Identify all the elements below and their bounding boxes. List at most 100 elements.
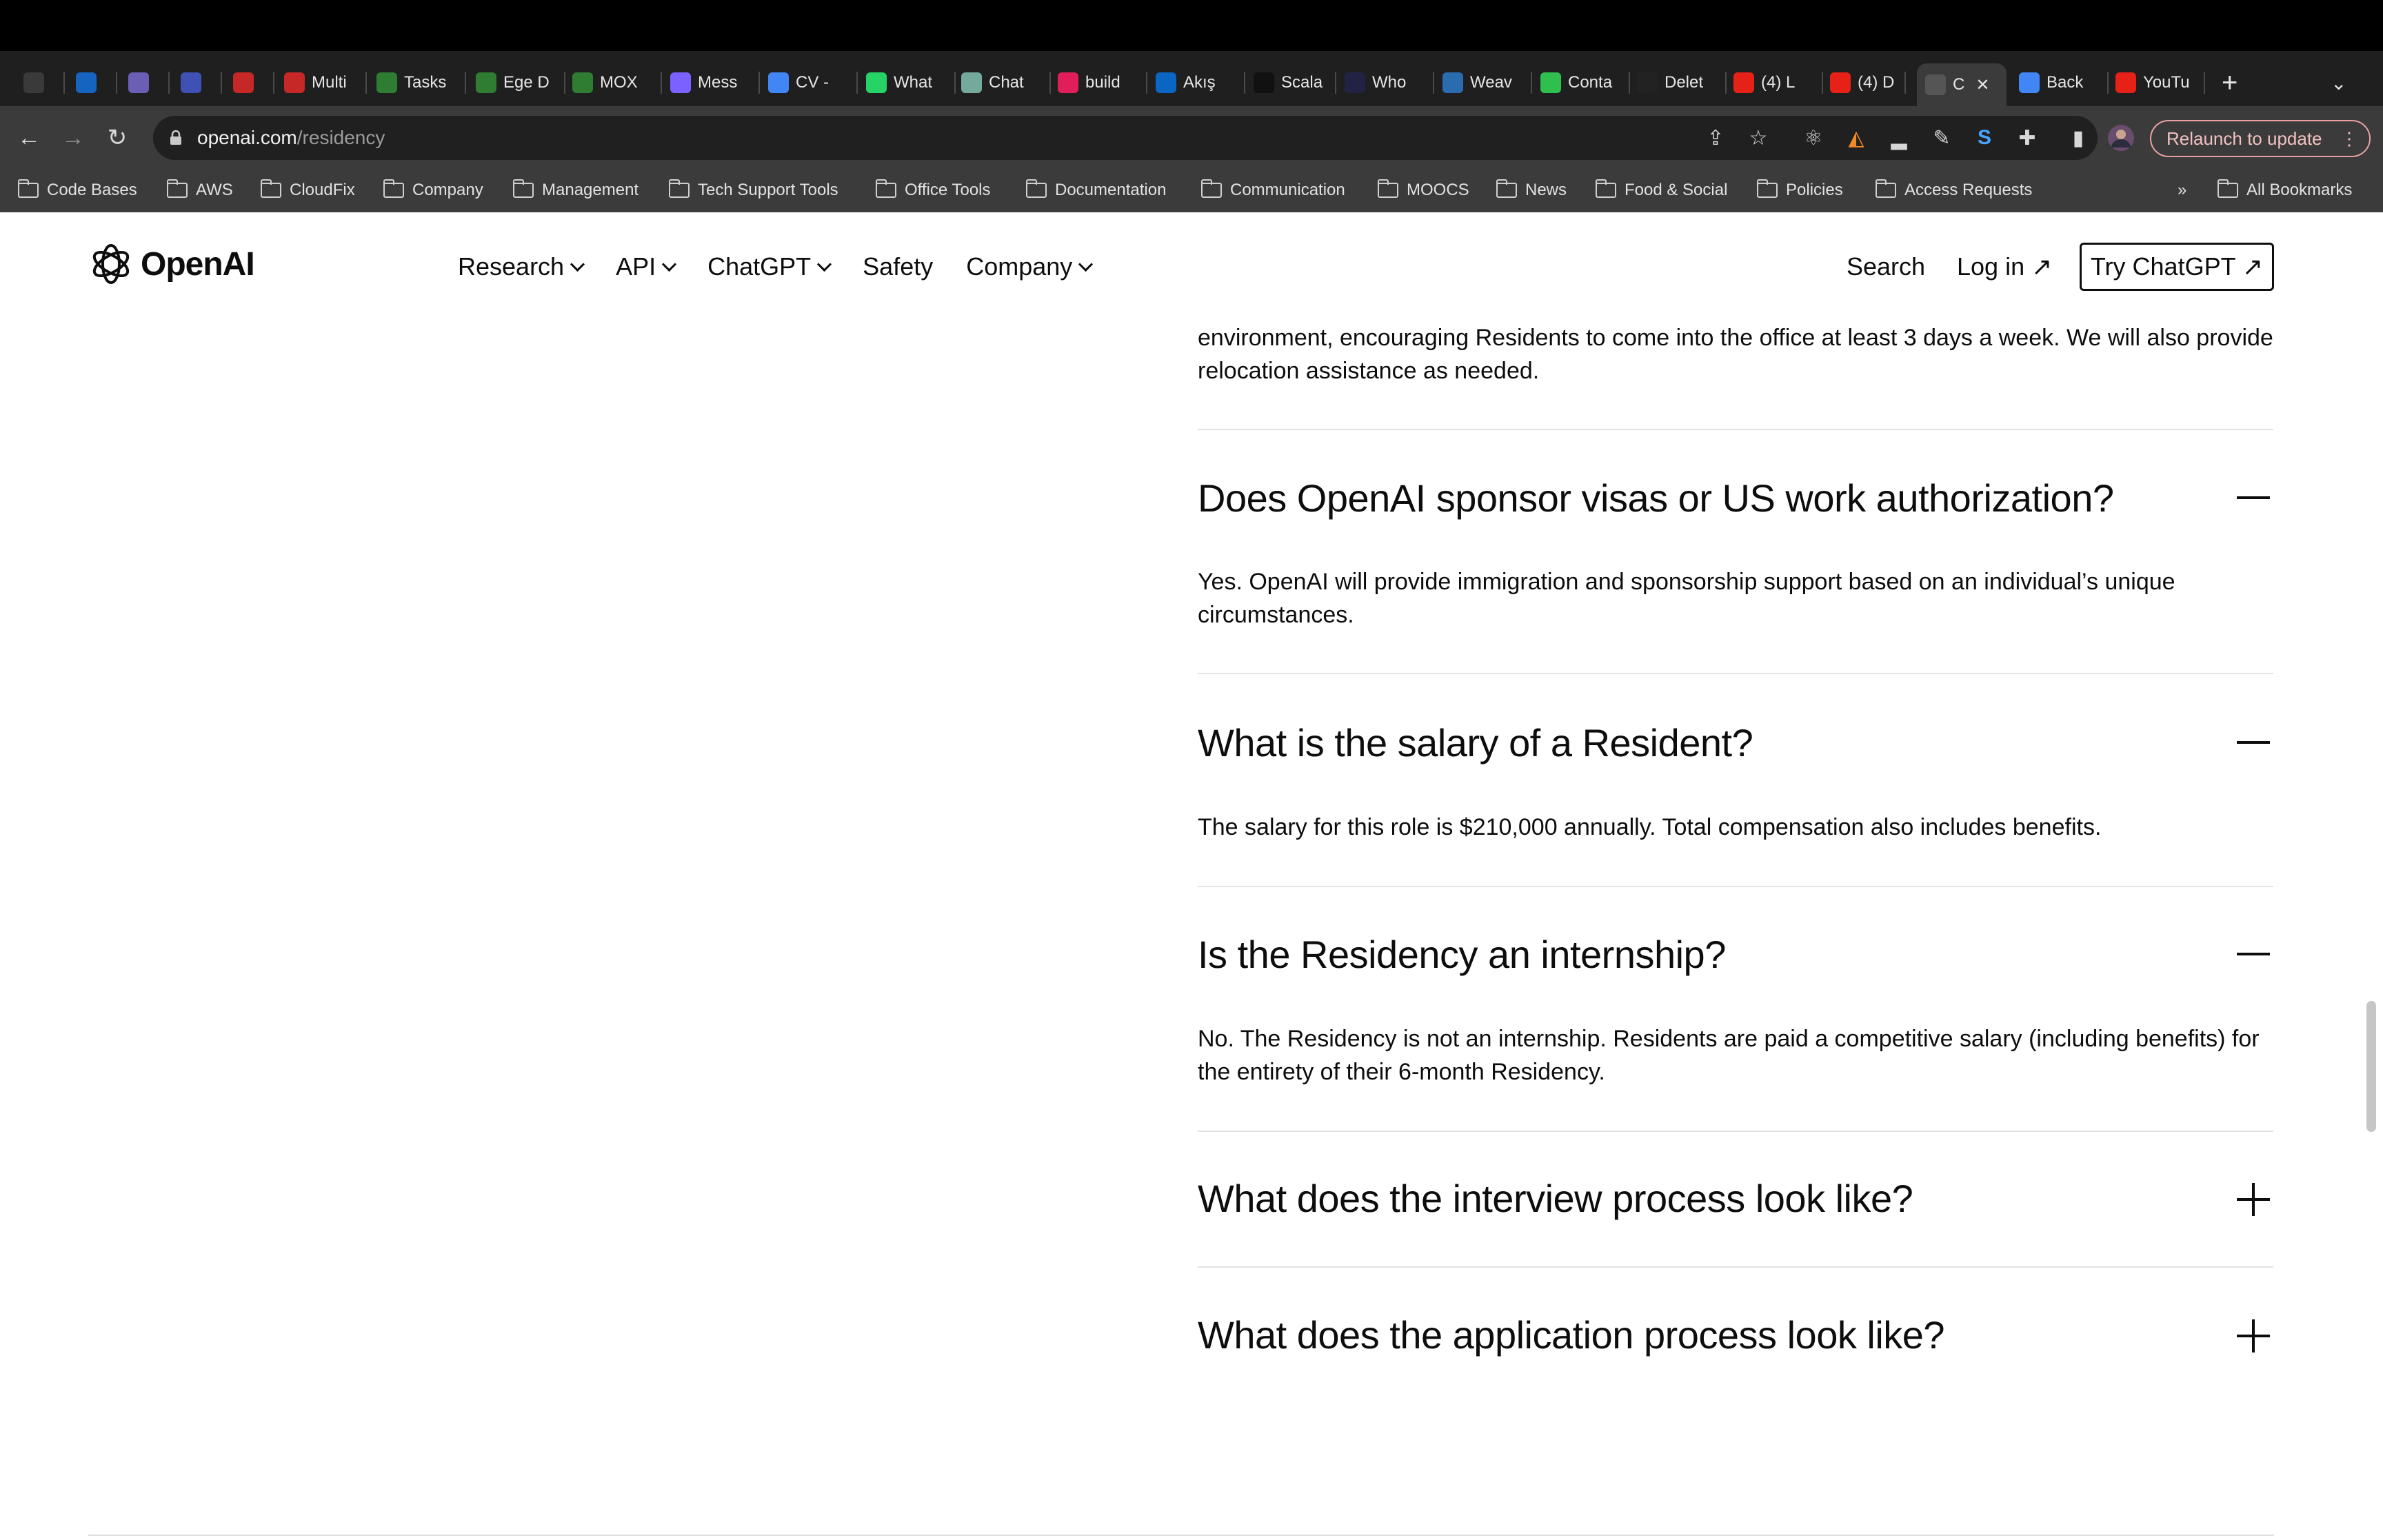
- forward-button[interactable]: →: [58, 123, 88, 153]
- nav-chatgpt[interactable]: ChatGPT: [707, 252, 832, 281]
- nav-api[interactable]: API: [616, 252, 677, 281]
- bookmark-folder[interactable]: AWS: [167, 178, 233, 203]
- folder-icon: [669, 179, 690, 198]
- faq-question[interactable]: Is the Residency an internship?: [1198, 932, 1726, 977]
- nav-safety[interactable]: Safety: [863, 252, 933, 281]
- folder-icon: [1757, 179, 1778, 198]
- page-scrollbar[interactable]: [2366, 1001, 2376, 1132]
- browser-tab[interactable]: (4) L: [1733, 62, 1823, 103]
- tab-separator: [1629, 72, 1630, 94]
- browser-tab[interactable]: Weav: [1442, 62, 1532, 103]
- folder-icon: [513, 179, 534, 198]
- avatar[interactable]: [2106, 123, 2136, 153]
- nav-label: Research: [458, 252, 565, 281]
- minus-icon[interactable]: [2237, 938, 2270, 971]
- new-tab-button[interactable]: +: [2222, 62, 2238, 103]
- browser-tab[interactable]: C ✕: [1917, 63, 2007, 106]
- browser-tab[interactable]: [181, 62, 222, 103]
- extension-icon[interactable]: ▂: [1884, 123, 1914, 153]
- browser-tab[interactable]: What: [866, 62, 956, 103]
- login-link[interactable]: Log in ↗: [1957, 252, 2052, 281]
- browser-tab[interactable]: [233, 62, 274, 103]
- youtube-icon: [1830, 72, 1851, 93]
- tab-label: Tasks: [404, 73, 447, 92]
- tab-separator: [1531, 72, 1532, 94]
- tab-separator: [1335, 72, 1336, 94]
- relaunch-button[interactable]: Relaunch to update ⋮: [2150, 120, 2371, 157]
- nav-company[interactable]: Company: [966, 252, 1094, 281]
- browser-tab[interactable]: CV -: [768, 62, 858, 103]
- bookmark-folder[interactable]: Office Tools: [876, 178, 991, 203]
- side-panel-icon[interactable]: ▮: [2063, 123, 2093, 153]
- minus-icon[interactable]: [2237, 726, 2270, 759]
- nav-research[interactable]: Research: [458, 252, 585, 281]
- bookmark-label: MOOCS: [1407, 181, 1469, 199]
- plus-icon[interactable]: [2237, 1183, 2270, 1216]
- tab-label: build: [1085, 73, 1120, 92]
- bookmark-folder[interactable]: News: [1496, 178, 1567, 203]
- bookmark-folder[interactable]: Company: [383, 178, 483, 203]
- bookmark-folder[interactable]: Management: [513, 178, 639, 203]
- close-tab-icon[interactable]: ✕: [1975, 75, 1989, 95]
- bookmark-folder[interactable]: Code Bases: [18, 178, 137, 203]
- bookmark-folder[interactable]: Food & Social: [1596, 178, 1727, 203]
- bookmark-folder[interactable]: CloudFix: [261, 178, 355, 203]
- bookmark-star-icon[interactable]: ☆: [1743, 123, 1773, 153]
- browser-tab[interactable]: [76, 62, 117, 103]
- faq-question[interactable]: What is the salary of a Resident?: [1198, 720, 1753, 765]
- all-bookmarks-button[interactable]: All Bookmarks: [2218, 178, 2352, 203]
- try-chatgpt-button[interactable]: Try ChatGPT ↗: [2080, 243, 2274, 291]
- tab-separator: [1244, 72, 1245, 94]
- browser-tab[interactable]: Chat: [961, 62, 1051, 103]
- share-icon[interactable]: ⇪: [1700, 123, 1731, 153]
- app-icon: [128, 72, 149, 93]
- bookmark-label: CloudFix: [290, 181, 355, 199]
- extension-icon[interactable]: ◭: [1841, 123, 1871, 153]
- browser-tab[interactable]: Mess: [670, 62, 760, 103]
- browser-tab[interactable]: Scala: [1254, 62, 1336, 103]
- bookmarks-overflow-button[interactable]: »: [2178, 178, 2186, 203]
- bookmark-folder[interactable]: Communication: [1201, 178, 1345, 203]
- messenger-icon: [670, 72, 691, 93]
- bookmark-folder[interactable]: Tech Support Tools: [669, 178, 838, 203]
- browser-tab[interactable]: Conta: [1540, 62, 1630, 103]
- search-link[interactable]: Search: [1847, 252, 1925, 281]
- browser-tab[interactable]: YouTu: [2115, 62, 2205, 103]
- bookmark-folder[interactable]: MOOCS: [1378, 178, 1469, 203]
- bookmark-folder[interactable]: Documentation: [1026, 178, 1166, 203]
- reload-button[interactable]: ↻: [102, 123, 132, 153]
- browser-tab[interactable]: [128, 62, 170, 103]
- browser-tab[interactable]: Back: [2019, 62, 2109, 103]
- back-button[interactable]: ←: [14, 123, 44, 153]
- react-devtools-icon[interactable]: ⚛: [1798, 123, 1829, 153]
- faq-question[interactable]: What does the application process look l…: [1198, 1313, 1945, 1357]
- bookmark-folder[interactable]: Policies: [1757, 178, 1843, 203]
- puzzle-icon[interactable]: ✚: [2012, 123, 2042, 153]
- gmail-icon: [284, 72, 305, 93]
- browser-tab[interactable]: Ege D: [476, 62, 565, 103]
- browser-tab[interactable]: (4) D: [1830, 62, 1906, 103]
- folder-icon: [1026, 179, 1047, 198]
- browser-tab[interactable]: Delet: [1637, 62, 1727, 103]
- extension-s-icon[interactable]: S: [1969, 123, 2000, 153]
- minus-icon[interactable]: [2237, 481, 2270, 514]
- plus-icon[interactable]: [2237, 1319, 2270, 1352]
- browser-tab[interactable]: [23, 62, 65, 103]
- faq-question[interactable]: Does OpenAI sponsor visas or US work aut…: [1198, 476, 2114, 520]
- eyedropper-icon[interactable]: ✎: [1927, 123, 1957, 153]
- relaunch-label: Relaunch to update: [2166, 128, 2322, 149]
- faq-question[interactable]: What does the interview process look lik…: [1198, 1176, 1913, 1221]
- tab-search-icon[interactable]: ⌄: [2331, 62, 2346, 103]
- browser-tab[interactable]: Akış: [1156, 62, 1245, 103]
- tab-label: Ege D: [503, 73, 550, 92]
- docs-icon: [2019, 72, 2040, 93]
- bookmarks-bar: Code Bases AWS CloudFix Company Management Te…: [0, 170, 2383, 213]
- browser-tab[interactable]: build: [1058, 62, 1147, 103]
- browser-tab[interactable]: Tasks: [376, 62, 466, 103]
- bookmark-folder[interactable]: Access Requests: [1876, 178, 2032, 203]
- openai-logo[interactable]: OpenAI: [88, 241, 255, 287]
- browser-tab[interactable]: Who: [1345, 62, 1434, 103]
- browser-tab[interactable]: MOX: [572, 62, 662, 103]
- browser-tab[interactable]: Multi: [284, 62, 367, 103]
- tab-separator: [954, 72, 956, 94]
